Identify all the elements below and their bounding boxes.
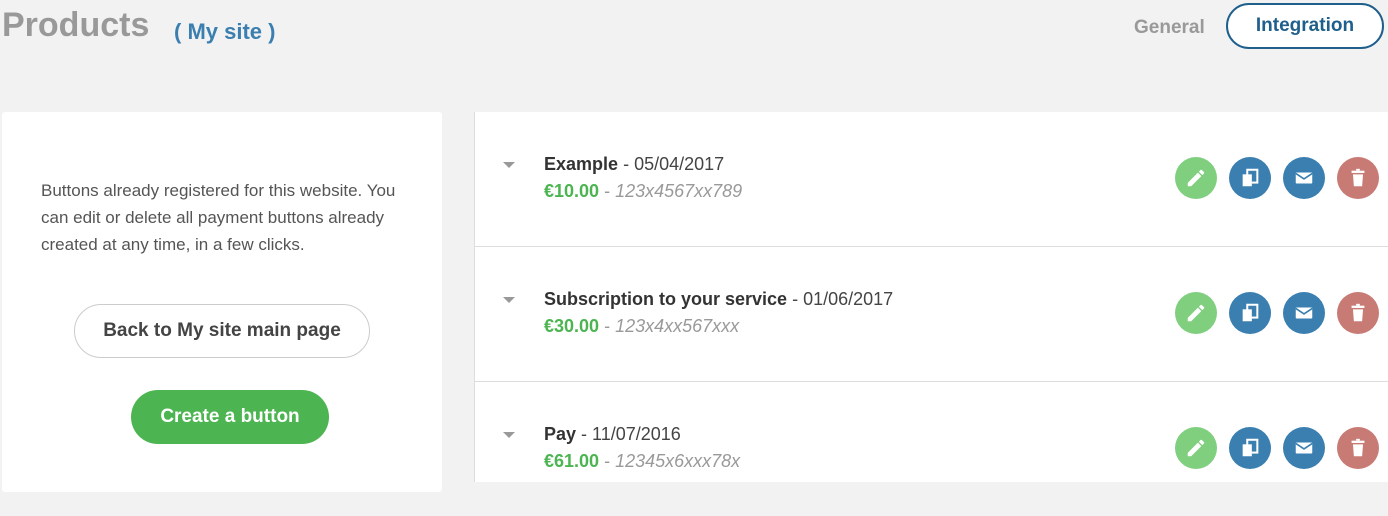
- edit-button[interactable]: [1175, 157, 1217, 199]
- product-date: 01/06/2017: [803, 289, 894, 309]
- trash-icon: [1351, 438, 1365, 457]
- back-to-site-button[interactable]: Back to My site main page: [74, 304, 370, 358]
- duplicate-button[interactable]: [1229, 157, 1271, 199]
- caret-down-icon[interactable]: [503, 432, 515, 438]
- caret-down-icon[interactable]: [503, 162, 515, 168]
- delete-button[interactable]: [1337, 292, 1379, 334]
- panel-description: Buttons already registered for this webs…: [41, 181, 396, 254]
- product-row: Example - 05/04/2017 €10.00 - 123x4567xx…: [475, 112, 1388, 247]
- copy-icon: [1242, 168, 1259, 187]
- product-reference: 12345x6xxx78x: [615, 451, 741, 471]
- page-title: Products: [2, 6, 150, 44]
- trash-icon: [1351, 168, 1365, 187]
- product-date: 05/04/2017: [634, 154, 725, 174]
- copy-icon: [1242, 438, 1259, 457]
- product-name: Subscription to your service: [544, 289, 788, 309]
- caret-down-icon[interactable]: [503, 297, 515, 303]
- product-reference: 123x4567xx789: [615, 181, 743, 201]
- product-price: €30.00: [544, 316, 600, 336]
- row-actions: [1175, 292, 1388, 336]
- product-date: 11/07/2016: [592, 424, 681, 444]
- product-name: Example: [544, 154, 619, 174]
- product-name: Pay: [544, 424, 577, 444]
- envelope-icon: [1295, 307, 1313, 319]
- info-panel: Buttons already registered for this webs…: [2, 112, 442, 492]
- product-list: Example - 05/04/2017 €10.00 - 123x4567xx…: [474, 112, 1388, 482]
- duplicate-button[interactable]: [1229, 292, 1271, 334]
- duplicate-button[interactable]: [1229, 427, 1271, 469]
- pencil-icon: [1187, 439, 1205, 457]
- email-button[interactable]: [1283, 427, 1325, 469]
- envelope-icon: [1295, 172, 1313, 184]
- copy-icon: [1242, 303, 1259, 322]
- product-row: Subscription to your service - 01/06/201…: [475, 247, 1388, 382]
- delete-button[interactable]: [1337, 427, 1379, 469]
- delete-button[interactable]: [1337, 157, 1379, 199]
- product-row: Pay - 11/07/2016 €61.00 - 12345x6xxx78x: [475, 382, 1388, 516]
- row-actions: [1175, 427, 1388, 471]
- pencil-icon: [1187, 169, 1205, 187]
- tab-general[interactable]: General: [1134, 17, 1205, 39]
- row-actions: [1175, 157, 1388, 201]
- product-price: €61.00: [544, 451, 600, 471]
- page-header: Products ( My site ) General Integration: [0, 0, 1388, 60]
- create-button-button[interactable]: Create a button: [131, 390, 329, 444]
- edit-button[interactable]: [1175, 292, 1217, 334]
- envelope-icon: [1295, 442, 1313, 454]
- tab-integration[interactable]: Integration: [1226, 3, 1384, 49]
- email-button[interactable]: [1283, 157, 1325, 199]
- product-reference: 123x4xx567xxx: [615, 316, 740, 336]
- edit-button[interactable]: [1175, 427, 1217, 469]
- trash-icon: [1351, 303, 1365, 322]
- pencil-icon: [1187, 304, 1205, 322]
- product-price: €10.00: [544, 181, 600, 201]
- site-name-link[interactable]: ( My site ): [174, 19, 275, 45]
- email-button[interactable]: [1283, 292, 1325, 334]
